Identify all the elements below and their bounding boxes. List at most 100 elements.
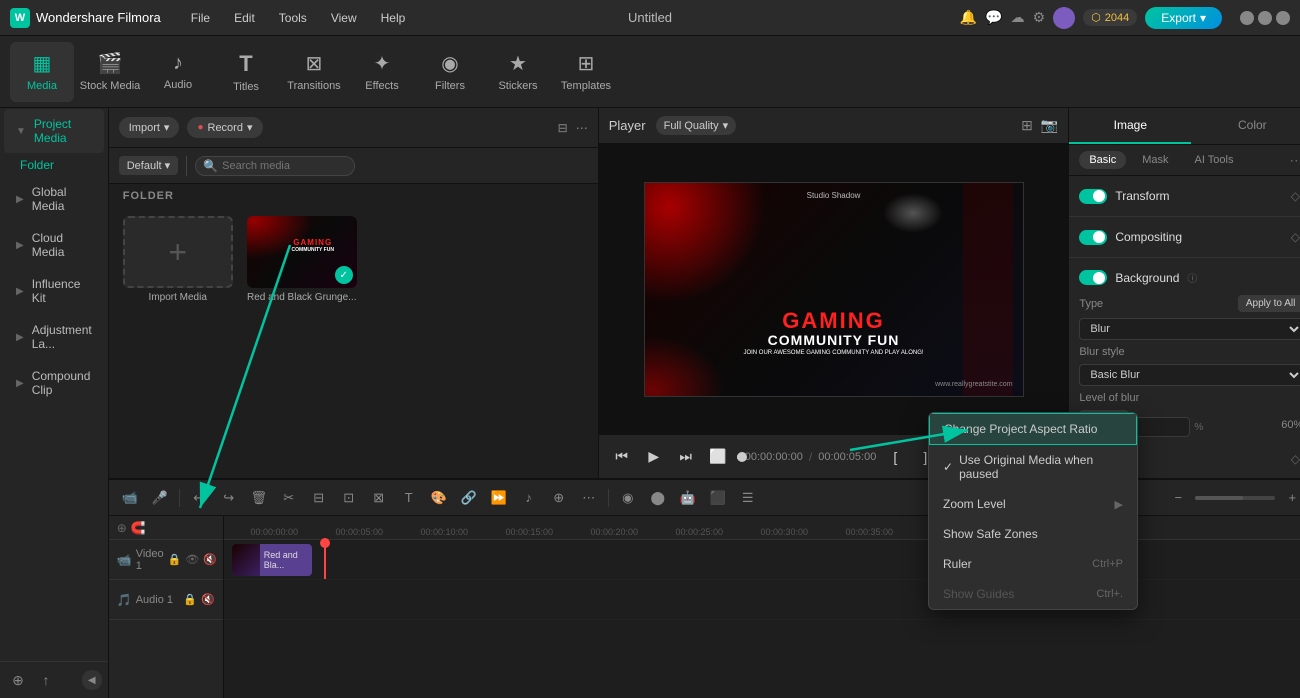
import-icon[interactable]: ↑	[34, 668, 58, 692]
video-eye-icon[interactable]: 👁	[185, 553, 199, 566]
sort-button[interactable]: Default ▾	[119, 156, 178, 175]
audio-mute-icon[interactable]: 🔇	[201, 593, 215, 606]
blur-value-input[interactable]: 20.00	[1135, 417, 1190, 437]
tl-transform-button[interactable]: ⊠	[366, 485, 392, 511]
apply-to-all-button[interactable]: Apply to All	[1238, 295, 1300, 312]
collapse-panel-button[interactable]: ◀	[82, 670, 102, 690]
sidebar-item-global-media[interactable]: ▶ Global Media	[4, 177, 104, 221]
snapshot-icon[interactable]: 📷	[1041, 117, 1058, 134]
video-media-thumb[interactable]: GAMING COMMUNITY FUN ✓ Red and Black Gru…	[247, 216, 357, 303]
tool-templates[interactable]: ⊞ Templates	[554, 42, 618, 102]
tl-more-button[interactable]: ⋯	[576, 485, 602, 511]
menu-file[interactable]: File	[181, 7, 220, 29]
background-header[interactable]: Background ⓘ	[1079, 266, 1300, 289]
more-options-icon[interactable]: ⋯	[576, 121, 588, 135]
tl-camera-icon[interactable]: 📹	[117, 485, 143, 511]
play-button[interactable]: ▶	[641, 444, 667, 470]
ctx-zoom-level[interactable]: Zoom Level ▶	[929, 489, 1137, 519]
tl-record-button[interactable]: ⬤	[645, 485, 671, 511]
video-mute-icon[interactable]: 🔇	[203, 553, 217, 566]
ctx-safe-zones[interactable]: Show Safe Zones	[929, 519, 1137, 549]
tl-audio-button[interactable]: ♪	[516, 485, 542, 511]
blur-type-select[interactable]: Blur	[1079, 318, 1300, 340]
filter-icon[interactable]: ⊟	[558, 121, 568, 135]
compositing-header[interactable]: Compositing ◇	[1079, 225, 1300, 249]
tl-stabilize-button[interactable]: ⊕	[546, 485, 572, 511]
zoom-in-button[interactable]: +	[1279, 485, 1300, 511]
in-point-button[interactable]: [	[882, 444, 908, 470]
tl-crop-button[interactable]: ⊡	[336, 485, 362, 511]
sub-tab-basic[interactable]: Basic	[1079, 151, 1126, 169]
tool-stock-media[interactable]: 🎬 Stock Media	[78, 42, 142, 102]
ctx-show-guides[interactable]: Show Guides Ctrl+.	[929, 579, 1137, 609]
sidebar-item-cloud-media[interactable]: ▶ Cloud Media	[4, 223, 104, 267]
search-input[interactable]	[195, 156, 355, 176]
tool-media[interactable]: ▦ Media	[10, 42, 74, 102]
record-button[interactable]: ● Record ▾	[187, 117, 262, 138]
sub-tab-mask[interactable]: Mask	[1132, 151, 1178, 169]
tl-text-button[interactable]: T	[396, 485, 422, 511]
tl-overlay-button[interactable]: ☰	[735, 485, 761, 511]
tl-speed-button[interactable]: ⏩	[486, 485, 512, 511]
new-folder-icon[interactable]: ⊕	[6, 668, 30, 692]
chat-icon[interactable]: 💬	[985, 9, 1002, 26]
fullscreen-button[interactable]: ⬜	[705, 444, 731, 470]
sub-tab-more-icon[interactable]: ⋯	[1289, 152, 1300, 169]
grid-icon[interactable]: ⊞	[1021, 117, 1033, 134]
menu-view[interactable]: View	[321, 7, 367, 29]
sidebar-folder-label[interactable]: Folder	[0, 154, 108, 176]
background-toggle[interactable]	[1079, 270, 1107, 285]
settings-icon[interactable]: ⚙	[1033, 9, 1046, 26]
tl-cut-button[interactable]: ✂	[276, 485, 302, 511]
ctx-ruler[interactable]: Ruler Ctrl+P	[929, 549, 1137, 579]
sidebar-item-compound-clip[interactable]: ▶ Compound Clip	[4, 361, 104, 405]
tl-ai-button[interactable]: 🤖	[675, 485, 701, 511]
transform-expand-icon[interactable]: ◇	[1287, 188, 1300, 204]
tl-color-button[interactable]: 🎨	[426, 485, 452, 511]
tool-effects[interactable]: ✦ Effects	[350, 42, 414, 102]
blur-style-select[interactable]: Basic Blur	[1079, 364, 1300, 386]
import-thumb-area[interactable]: +	[123, 216, 233, 288]
tool-audio[interactable]: ♪ Audio	[146, 42, 210, 102]
import-media-thumb[interactable]: + Import Media	[123, 216, 233, 303]
tool-stickers[interactable]: ★ Stickers	[486, 42, 550, 102]
next-frame-button[interactable]: ⏭	[673, 444, 699, 470]
tl-microphone-icon[interactable]: 🎤	[147, 485, 173, 511]
compositing-toggle[interactable]	[1079, 230, 1107, 245]
minimize-button[interactable]: —	[1240, 11, 1254, 25]
cloud-icon[interactable]: ☁	[1011, 9, 1025, 26]
progress-bar[interactable]	[737, 455, 739, 459]
compositing-expand-icon[interactable]: ◇	[1287, 229, 1300, 245]
tool-filters[interactable]: ◉ Filters	[418, 42, 482, 102]
extra-diamond-1[interactable]: ◇	[1287, 451, 1300, 467]
import-button[interactable]: Import ▾	[119, 117, 180, 138]
menu-edit[interactable]: Edit	[224, 7, 265, 29]
zoom-slider[interactable]	[1195, 496, 1275, 500]
menu-help[interactable]: Help	[371, 7, 416, 29]
tool-titles[interactable]: T Titles	[214, 42, 278, 102]
playhead-handle[interactable]	[320, 538, 330, 548]
video-lock-icon[interactable]: 🔒	[168, 553, 182, 566]
tool-transitions[interactable]: ⊠ Transitions	[282, 42, 346, 102]
transform-header[interactable]: Transform ◇	[1079, 184, 1300, 208]
ctx-change-aspect-ratio[interactable]: Change Project Aspect Ratio	[929, 413, 1137, 445]
audio-lock-icon[interactable]: 🔒	[183, 593, 197, 606]
ctx-use-original[interactable]: ✓ Use Original Media when paused	[929, 445, 1137, 489]
tab-color[interactable]: Color	[1191, 108, 1300, 144]
menu-tools[interactable]: Tools	[269, 7, 317, 29]
export-button[interactable]: Export ▾	[1145, 7, 1222, 29]
zoom-out-button[interactable]: −	[1165, 485, 1191, 511]
sidebar-item-project-media[interactable]: ▼ Project Media	[4, 109, 104, 153]
tl-delete-button[interactable]: 🗑	[246, 485, 272, 511]
tab-image[interactable]: Image	[1069, 108, 1191, 144]
maximize-button[interactable]: ⬜	[1258, 11, 1272, 25]
video-clip[interactable]: Red and Bla...	[232, 544, 312, 576]
tl-split-button[interactable]: ⊟	[306, 485, 332, 511]
snap-icon[interactable]: 🧲	[131, 521, 146, 535]
sub-tab-ai-tools[interactable]: AI Tools	[1185, 151, 1244, 169]
magnetic-icon[interactable]: ⊕	[117, 521, 127, 535]
transform-toggle[interactable]	[1079, 189, 1107, 204]
user-avatar[interactable]	[1053, 7, 1075, 29]
prev-frame-button[interactable]: ⏮	[609, 444, 635, 470]
tl-marker-button[interactable]: ◉	[615, 485, 641, 511]
